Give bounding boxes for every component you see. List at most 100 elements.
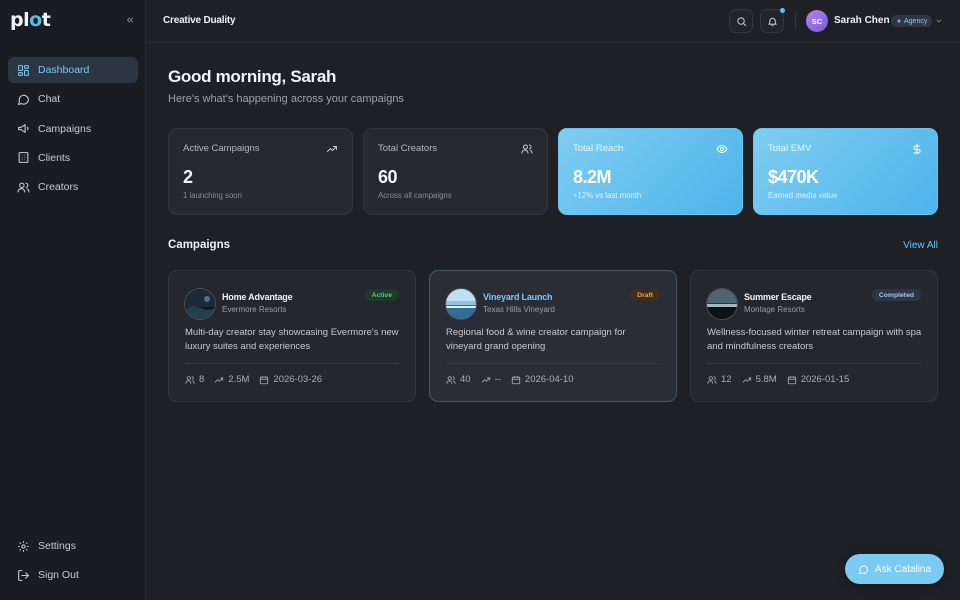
collapse-sidebar-button[interactable] xyxy=(122,12,138,28)
building-icon xyxy=(18,152,29,164)
campaign-name[interactable]: Home Advantage xyxy=(222,292,293,302)
users-icon xyxy=(707,375,717,384)
header-divider xyxy=(795,12,796,30)
search-icon xyxy=(736,16,746,26)
sidebar-item-creators[interactable]: Creators xyxy=(8,174,138,200)
campaign-name[interactable]: Summer Escape xyxy=(744,292,812,302)
campaign-image xyxy=(446,289,476,319)
campaign-client: Evermore Resorts xyxy=(222,305,287,314)
date-value: 2026-04-10 xyxy=(524,374,574,385)
card-divider xyxy=(446,363,660,364)
stat-sub: Across all campaigns xyxy=(378,191,452,200)
user-name[interactable]: Sarah Chen xyxy=(834,15,890,26)
stat-label: Total Reach xyxy=(573,143,624,154)
campaign-thumbnail xyxy=(445,288,477,320)
ask-catalina-button[interactable]: Ask Catalina xyxy=(845,554,944,584)
role-badge: Agency xyxy=(891,15,933,27)
campaign-description: Wellness-focused winter retreat campaign… xyxy=(707,327,922,352)
campaign-card-vineyard-launch[interactable]: Vineyard Launch Texas Hills Vineyard Dra… xyxy=(429,270,677,402)
notifications-button[interactable] xyxy=(760,8,785,33)
chevron-down-icon[interactable] xyxy=(935,17,943,25)
campaigns-section-title: Campaigns xyxy=(168,239,230,251)
stat-card-total-reach: Total Reach 8.2M +12% vs last month xyxy=(558,128,743,215)
creator-count-value: 40 xyxy=(460,374,471,385)
campaign-client: Texas Hills Vineyard xyxy=(483,305,555,314)
page-title: Good morning, Sarah xyxy=(168,67,337,86)
users-icon xyxy=(446,375,456,384)
sidebar-item-label: Campaigns xyxy=(38,122,92,135)
sidebar-item-label: Chat xyxy=(38,93,61,106)
campaign-image xyxy=(185,289,215,319)
sidebar-nav: Dashboard Chat Campaigns Clients Creator… xyxy=(8,57,138,203)
view-all-link[interactable]: View All xyxy=(903,240,938,251)
campaign-date: 2026-01-15 xyxy=(787,374,850,385)
creator-count: 12 xyxy=(707,374,732,385)
avatar[interactable]: SC xyxy=(806,10,828,32)
stat-value: 2 xyxy=(183,167,193,187)
sidebar-bottom-nav: Settings Sign Out xyxy=(8,533,138,592)
search-button[interactable] xyxy=(729,9,753,33)
sidebar-item-sign-out[interactable]: Sign Out xyxy=(8,562,138,588)
creator-count: 40 xyxy=(446,374,471,385)
stat-value: 60 xyxy=(378,167,398,187)
chat-icon xyxy=(17,94,29,105)
page-subtitle: Here's what's happening across your camp… xyxy=(168,93,404,105)
stat-label: Total Creators xyxy=(378,143,438,154)
reach: 5.8M xyxy=(742,374,777,385)
org-name: Creative Duality xyxy=(163,15,236,26)
sidebar-item-settings[interactable]: Settings xyxy=(8,533,138,559)
campaign-description: Multi-day creator stay showcasing Evermo… xyxy=(185,327,399,352)
trending-up-icon xyxy=(327,146,337,152)
ask-catalina-label: Ask Catalina xyxy=(874,563,932,575)
calendar-icon xyxy=(787,375,796,384)
sidebar-item-label: Clients xyxy=(38,151,71,164)
campaign-card-home-advantage[interactable]: Home Advantage Evermore Resorts Active M… xyxy=(168,270,416,402)
dollar-icon xyxy=(913,143,921,155)
stat-sub: Earned media value xyxy=(768,191,838,200)
reach-value: 2.5M xyxy=(228,374,250,385)
campaign-meta: 40 -- 2026-04-10 xyxy=(446,374,584,385)
sidebar-item-campaigns[interactable]: Campaigns xyxy=(8,116,138,142)
date-value: 2026-01-15 xyxy=(800,374,850,385)
sidebar-item-label: Settings xyxy=(38,540,76,552)
campaign-description: Regional food & wine creator campaign fo… xyxy=(446,327,626,352)
stat-sub: 1 launching soon xyxy=(183,191,242,200)
calendar-icon xyxy=(260,375,269,384)
megaphone-icon xyxy=(18,124,29,133)
campaign-card-summer-escape[interactable]: Summer Escape Montage Resorts Completed … xyxy=(690,270,938,402)
stat-sub: +12% vs last month xyxy=(573,191,642,200)
logo-dot: o xyxy=(29,9,42,31)
campaign-meta: 12 5.8M 2026-01-15 xyxy=(707,374,859,385)
logo[interactable]: pl o t xyxy=(10,8,51,32)
reach: -- xyxy=(481,374,501,385)
sidebar-item-label: Sign Out xyxy=(38,569,79,582)
campaign-date: 2026-04-10 xyxy=(511,374,574,385)
dashboard-icon xyxy=(18,64,29,76)
campaign-meta: 8 2.5M 2026-03-26 xyxy=(185,374,332,385)
gear-icon xyxy=(18,540,29,552)
creator-count-value: 12 xyxy=(721,374,732,385)
bell-icon xyxy=(767,17,777,26)
campaign-client: Montage Resorts xyxy=(744,305,805,314)
reach-value: -- xyxy=(494,374,501,385)
campaign-name[interactable]: Vineyard Launch xyxy=(483,292,553,302)
status-badge: Active xyxy=(364,289,399,301)
chevrons-left-icon xyxy=(127,17,133,23)
reach: 2.5M xyxy=(214,374,249,385)
card-divider xyxy=(707,363,921,364)
users-icon xyxy=(521,144,533,154)
trending-up-icon xyxy=(481,377,490,382)
calendar-icon xyxy=(511,375,521,384)
eye-icon xyxy=(716,144,728,154)
sidebar-item-label: Dashboard xyxy=(38,64,90,76)
stat-card-total-emv: Total EMV $470K Earned media value xyxy=(753,128,938,215)
stat-value: $470K xyxy=(768,167,819,187)
sidebar-item-chat[interactable]: Chat xyxy=(8,86,138,112)
reach-value: 5.8M xyxy=(755,374,777,385)
campaign-date: 2026-03-26 xyxy=(259,374,322,385)
sidebar-item-dashboard[interactable]: Dashboard xyxy=(8,57,138,83)
role-label: Agency xyxy=(904,17,928,25)
campaign-thumbnail xyxy=(184,288,216,320)
stat-card-total-creators: Total Creators 60 Across all campaigns xyxy=(363,128,548,215)
sidebar-item-clients[interactable]: Clients xyxy=(8,145,138,171)
